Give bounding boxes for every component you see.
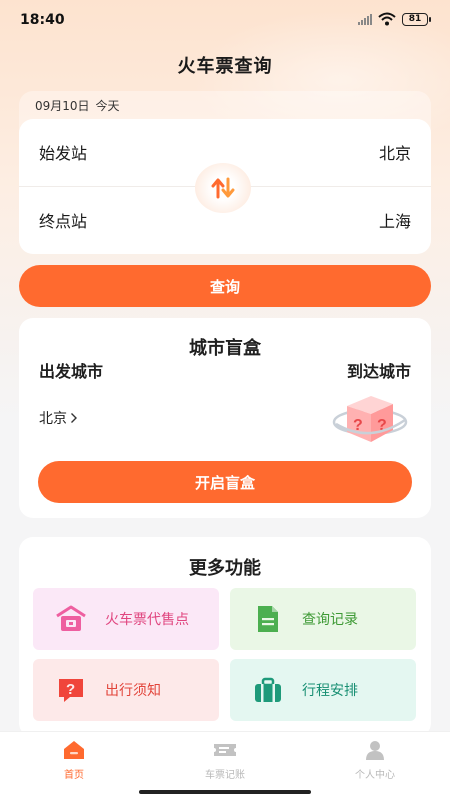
itinerary-tile[interactable]: 行程安排 bbox=[230, 659, 416, 721]
svg-text:?: ? bbox=[66, 681, 75, 698]
wifi-icon bbox=[378, 12, 396, 26]
query-history-label: 查询记录 bbox=[302, 612, 358, 628]
chevron-right-icon bbox=[71, 413, 77, 423]
query-history-tile[interactable]: 查询记录 bbox=[230, 588, 416, 650]
day-label: 今天 bbox=[95, 99, 120, 113]
luggage-icon bbox=[252, 674, 284, 706]
status-bar: 18:40 81 bbox=[0, 0, 450, 40]
nav-item-tickets[interactable]: 车票记账 bbox=[180, 740, 270, 781]
query-button[interactable]: 查询 bbox=[19, 265, 431, 307]
blind-box-title: 城市盲盒 bbox=[189, 338, 261, 359]
status-time: 18:40 bbox=[20, 12, 65, 28]
more-functions-card: 更多功能 火车票代售点 查询记录 ? 出行须知 行程安排 bbox=[19, 537, 431, 737]
battery-icon: 81 bbox=[402, 12, 431, 26]
from-station-value[interactable]: 北京 bbox=[379, 140, 411, 164]
more-functions-title: 更多功能 bbox=[189, 558, 261, 579]
station-box: 始发站 北京 终点站 上海 bbox=[19, 119, 431, 254]
arrive-city-label: 到达城市 bbox=[346, 362, 411, 381]
to-station-label: 终点站 bbox=[39, 212, 88, 231]
ticket-icon bbox=[180, 740, 270, 760]
depart-city-selector[interactable]: 北京 bbox=[39, 408, 78, 428]
travel-notice-tile[interactable]: ? 出行须知 bbox=[33, 659, 219, 721]
user-icon bbox=[330, 740, 420, 760]
home-indicator[interactable] bbox=[139, 790, 311, 794]
status-icons: 81 bbox=[358, 12, 431, 26]
itinerary-label: 行程安排 bbox=[302, 683, 358, 699]
page-title: 火车票查询 bbox=[177, 56, 273, 77]
signal-icon bbox=[358, 13, 372, 25]
from-station-label: 始发站 bbox=[39, 144, 88, 163]
mystery-box-icon: ? ? bbox=[332, 396, 408, 442]
depart-city-label: 出发城市 bbox=[39, 362, 104, 381]
date-text: 09月10日 bbox=[35, 99, 90, 113]
home-icon bbox=[29, 740, 119, 760]
nav-home-label: 首页 bbox=[64, 770, 84, 781]
ticket-office-icon bbox=[55, 603, 87, 635]
open-blind-box-button[interactable]: 开启盲盒 bbox=[38, 461, 412, 503]
to-station-value[interactable]: 上海 bbox=[379, 208, 411, 232]
nav-tickets-label: 车票记账 bbox=[205, 770, 245, 781]
travel-notice-label: 出行须知 bbox=[105, 683, 161, 699]
nav-item-home[interactable]: 首页 bbox=[29, 740, 119, 781]
question-icon: ? bbox=[55, 674, 87, 706]
ticket-agency-tile[interactable]: 火车票代售点 bbox=[33, 588, 219, 650]
ticket-agency-label: 火车票代售点 bbox=[105, 612, 189, 628]
nav-item-profile[interactable]: 个人中心 bbox=[330, 740, 420, 781]
swap-stations-button[interactable] bbox=[195, 163, 251, 213]
nav-profile-label: 个人中心 bbox=[355, 770, 395, 781]
depart-city-value: 北京 bbox=[39, 411, 67, 427]
swap-icon bbox=[211, 177, 235, 199]
query-card: 09月10日 今天 始发站 北京 终点站 上海 bbox=[19, 91, 431, 254]
document-icon bbox=[252, 603, 284, 635]
date-selector[interactable]: 09月10日 今天 bbox=[35, 97, 120, 114]
blind-box-card: 城市盲盒 出发城市 到达城市 北京 ? ? 开启盲盒 bbox=[19, 318, 431, 518]
